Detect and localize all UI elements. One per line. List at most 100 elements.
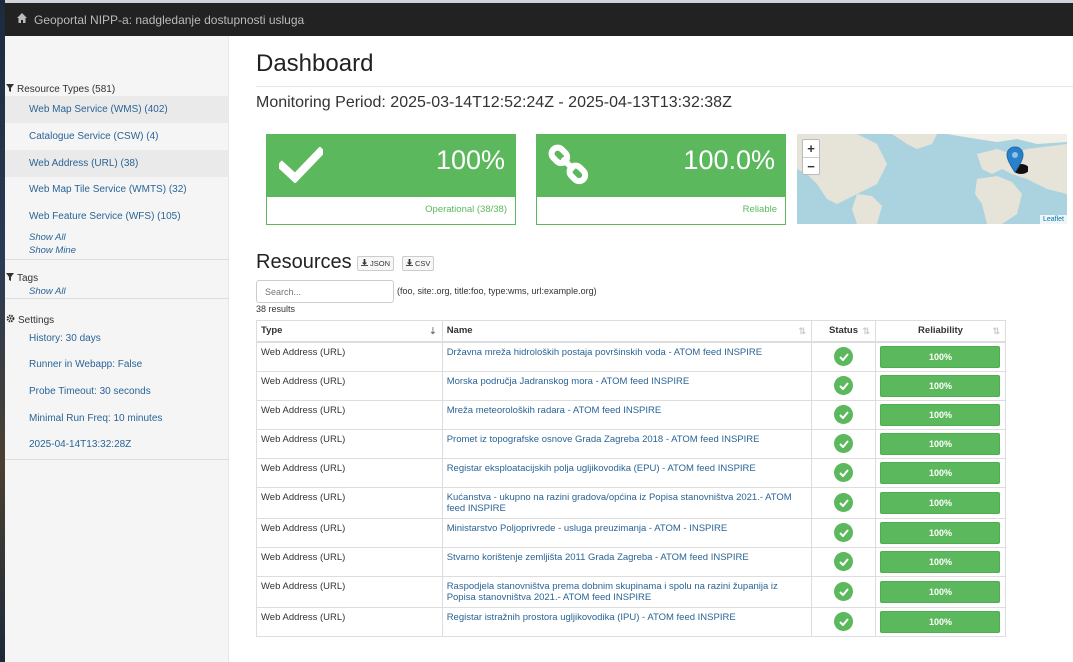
- sidebar-item-wmts[interactable]: Web Map Tile Service (WMTS) (32): [5, 176, 229, 203]
- sort-desc-icon: ⇣: [429, 326, 437, 336]
- setting-runner: Runner in Webapp: False: [29, 359, 143, 370]
- row-type: Web Address (URL): [256, 517, 443, 548]
- resource-link[interactable]: Morska područja Jadranskog mora - ATOM f…: [447, 376, 690, 387]
- download-icon: [361, 257, 368, 270]
- row-reliability: 100%: [874, 546, 1007, 577]
- resources-heading: Resources: [256, 251, 352, 273]
- table-row: Web Address (URL) Raspodjela stanovništva…: [256, 575, 1007, 608]
- status-ok-icon: [834, 347, 854, 366]
- row-type: Web Address (URL): [256, 486, 443, 519]
- row-status: [811, 486, 876, 519]
- world-map[interactable]: + − Leaflet: [797, 134, 1067, 224]
- reliability-bar[interactable]: 100%: [880, 374, 1001, 397]
- operational-label: Operational (38/38): [425, 204, 507, 215]
- table-row: Web Address (URL) Kućanstva - ukupno na r…: [256, 486, 1007, 519]
- sidebar-item-url[interactable]: Web Address (URL) (38): [5, 150, 229, 177]
- map-marker-icon[interactable]: [1006, 146, 1029, 181]
- status-ok-icon: [834, 376, 854, 395]
- sort-icon: ⇅: [992, 326, 1000, 336]
- search-input[interactable]: [256, 280, 394, 303]
- row-reliability: 100%: [874, 341, 1007, 372]
- reliability-bar[interactable]: 100%: [880, 521, 1001, 544]
- table-row: Web Address (URL) Promet iz topografske o…: [256, 428, 1007, 459]
- status-ok-icon: [834, 523, 854, 542]
- resource-link[interactable]: Kućanstva - ukupno na razini gradova/opć…: [447, 492, 792, 514]
- resource-link[interactable]: Državna mreža hidroloških postaja površi…: [447, 347, 762, 358]
- row-status: [811, 517, 876, 548]
- column-status[interactable]: Status ⇅: [811, 320, 876, 343]
- resource-link[interactable]: Promet iz topografske osnove Grada Zagre…: [447, 434, 760, 445]
- main-content: Dashboard Monitoring Period: 2025-03-14T…: [229, 36, 1073, 662]
- row-status: [811, 370, 876, 401]
- setting-probe-timeout: Probe Timeout: 30 seconds: [29, 386, 151, 397]
- reliability-bar[interactable]: 100%: [880, 610, 1001, 633]
- zoom-in-button[interactable]: +: [803, 140, 819, 157]
- table-row: Web Address (URL) Morska područja Jadrans…: [256, 370, 1007, 401]
- row-name: Mreža meteoroloških radara - ATOM feed I…: [441, 399, 813, 430]
- operational-panel[interactable]: 100% Operational (38/38): [266, 134, 516, 225]
- reliability-bar[interactable]: 100%: [880, 403, 1001, 426]
- resource-link[interactable]: Stvarno korištenje zemljišta 2011 Grada …: [447, 552, 749, 563]
- row-type: Web Address (URL): [256, 546, 443, 577]
- filter-icon: [6, 273, 14, 284]
- sort-icon: ⇅: [862, 326, 870, 336]
- navbar-title: Geoportal NIPP-a: nadgledanje dostupnost…: [34, 12, 305, 27]
- row-status: [811, 575, 876, 608]
- sidebar-item-wms[interactable]: Web Map Service (WMS) (402): [5, 96, 229, 123]
- sidebar-item-wfs[interactable]: Web Feature Service (WFS) (105): [5, 203, 229, 230]
- search-hint: (foo, site:.org, title:foo, type:wms, ur…: [397, 286, 597, 296]
- row-reliability: 100%: [874, 428, 1007, 459]
- row-reliability: 100%: [874, 517, 1007, 548]
- table-row: Web Address (URL) Registar istražnih pros…: [256, 606, 1007, 637]
- resource-link[interactable]: Ministarstvo Poljoprivrede - usluga preu…: [447, 523, 728, 534]
- column-name[interactable]: Name ⇅: [441, 320, 813, 343]
- reliability-bar[interactable]: 100%: [880, 432, 1001, 455]
- setting-timestamp: 2025-04-14T13:32:28Z: [29, 439, 132, 450]
- row-reliability: 100%: [874, 486, 1007, 519]
- resource-link[interactable]: Registar eksploatacijskih polja ugljikov…: [447, 463, 756, 474]
- row-name: Morska područja Jadranskog mora - ATOM f…: [441, 370, 813, 401]
- table-row: Web Address (URL) Registar eksploatacijsk…: [256, 457, 1007, 488]
- row-type: Web Address (URL): [256, 428, 443, 459]
- row-name: Raspodjela stanovništva prema dobnim sku…: [441, 575, 813, 608]
- reliability-bar[interactable]: 100%: [880, 345, 1001, 368]
- row-status: [811, 606, 876, 637]
- resource-types-heading[interactable]: Resource Types (581): [6, 84, 115, 95]
- column-type[interactable]: Type ⇣: [256, 320, 443, 343]
- sort-icon: ⇅: [798, 326, 807, 336]
- resource-link[interactable]: Mreža meteoroloških radara - ATOM feed I…: [447, 405, 662, 416]
- show-mine-link[interactable]: Show Mine: [29, 245, 76, 256]
- json-download-button[interactable]: JSON: [357, 256, 395, 271]
- resources-table: Type ⇣ Name ⇅ Status ⇅ Reliability ⇅ Web Add…: [256, 320, 1007, 637]
- row-name: Stvarno korištenje zemljišta 2011 Grada …: [441, 546, 813, 577]
- reliability-bar[interactable]: 100%: [880, 491, 1001, 514]
- row-name: Državna mreža hidroloških postaja površi…: [441, 341, 813, 372]
- map-attribution[interactable]: Leaflet: [1039, 215, 1067, 224]
- table-row: Web Address (URL) Mreža meteoroloških rad…: [256, 399, 1007, 430]
- row-name: Kućanstva - ukupno na razini gradova/opć…: [441, 486, 813, 519]
- table-row: Web Address (URL) Državna mreža hidrološk…: [256, 341, 1007, 372]
- resource-link[interactable]: Raspodjela stanovništva prema dobnim sku…: [447, 581, 778, 603]
- column-reliability[interactable]: Reliability ⇅: [874, 320, 1007, 343]
- setting-min-run-freq: Minimal Run Freq: 10 minutes: [29, 413, 163, 424]
- reliable-panel[interactable]: 100.0% Reliable: [536, 134, 786, 225]
- tags-heading[interactable]: Tags: [6, 273, 38, 284]
- link-icon: [547, 143, 593, 192]
- show-all-tags-link[interactable]: Show All: [29, 286, 66, 297]
- status-ok-icon: [834, 434, 854, 453]
- zoom-out-button[interactable]: −: [803, 157, 819, 174]
- row-type: Web Address (URL): [256, 606, 443, 637]
- reliability-bar[interactable]: 100%: [880, 580, 1001, 603]
- navbar: Geoportal NIPP-a: nadgledanje dostupnost…: [5, 3, 1073, 36]
- reliability-bar[interactable]: 100%: [880, 550, 1001, 573]
- show-all-types-link[interactable]: Show All: [29, 232, 66, 243]
- resource-link[interactable]: Registar istražnih prostora ugljikovodik…: [447, 612, 736, 623]
- reliability-bar[interactable]: 100%: [880, 461, 1001, 484]
- sidebar-item-csw[interactable]: Catalogue Service (CSW) (4): [5, 123, 229, 150]
- csv-download-button[interactable]: CSV: [402, 256, 435, 271]
- table-row: Web Address (URL) Stvarno korištenje zeml…: [256, 546, 1007, 577]
- row-name: Ministarstvo Poljoprivrede - usluga preu…: [441, 517, 813, 548]
- row-type: Web Address (URL): [256, 341, 443, 372]
- navbar-brand[interactable]: Geoportal NIPP-a: nadgledanje dostupnost…: [16, 12, 304, 27]
- sidebar-divider: [5, 459, 229, 460]
